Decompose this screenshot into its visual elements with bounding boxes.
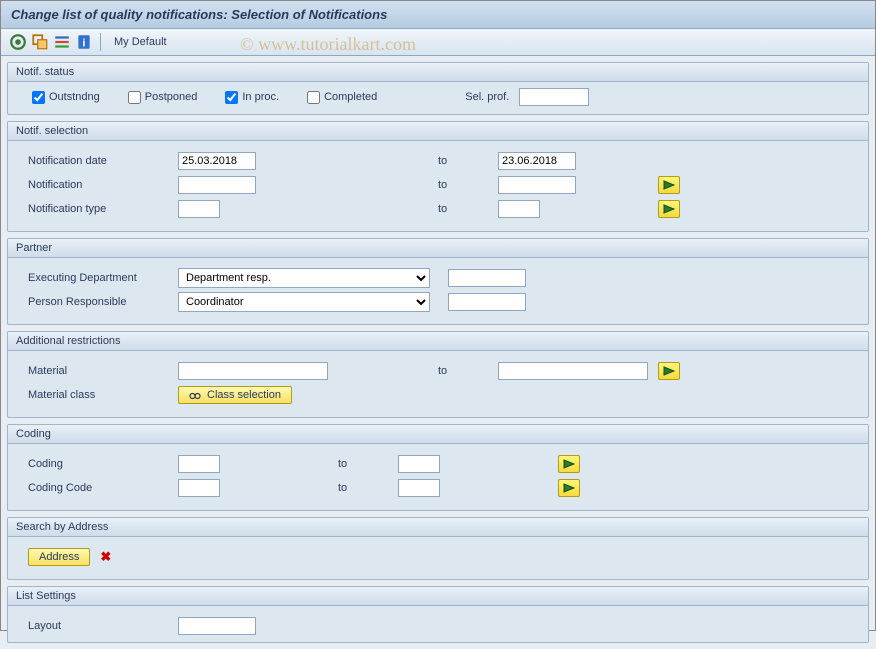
variant-icon[interactable] — [31, 33, 49, 51]
coding-multiselect-icon[interactable] — [558, 455, 580, 473]
checkbox-postponed[interactable]: Postponed — [128, 91, 198, 104]
class-selection-label: Class selection — [207, 389, 281, 401]
info-icon[interactable]: i — [75, 33, 93, 51]
notification-to-input[interactable] — [498, 176, 576, 194]
coding-code-label: Coding Code — [18, 482, 178, 494]
sel-prof-label: Sel. prof. — [465, 91, 509, 103]
notification-type-multiselect-icon[interactable] — [658, 200, 680, 218]
group-coding: Coding Coding to Coding Code to — [7, 424, 869, 511]
layout-input[interactable] — [178, 617, 256, 635]
toolbar: i My Default — [1, 29, 875, 56]
checkbox-outstanding-label: Outstndng — [49, 91, 100, 103]
group-header-list-settings: List Settings — [8, 587, 868, 606]
person-resp-input[interactable] — [448, 293, 526, 311]
group-notif-selection: Notif. selection Notification date to No… — [7, 121, 869, 232]
group-list-settings: List Settings Layout — [7, 586, 869, 643]
group-additional: Additional restrictions Material to Mate… — [7, 331, 869, 418]
coding-code-multiselect-icon[interactable] — [558, 479, 580, 497]
material-multiselect-icon[interactable] — [658, 362, 680, 380]
coding-from-input[interactable] — [178, 455, 220, 473]
binoculars-icon — [189, 389, 201, 401]
executing-dept-input[interactable] — [448, 269, 526, 287]
notification-date-to-input[interactable] — [498, 152, 576, 170]
material-from-input[interactable] — [178, 362, 328, 380]
group-header-notif-selection: Notif. selection — [8, 122, 868, 141]
notification-date-label: Notification date — [18, 155, 178, 167]
notification-type-from-input[interactable] — [178, 200, 220, 218]
material-to-input[interactable] — [498, 362, 648, 380]
checkbox-completed-label: Completed — [324, 91, 377, 103]
content: Notif. status Outstndng Postponed In pro… — [1, 56, 875, 649]
to-label-5: to — [338, 458, 347, 470]
to-label-1: to — [438, 155, 447, 167]
group-header-notif-status: Notif. status — [8, 63, 868, 82]
coding-code-from-input[interactable] — [178, 479, 220, 497]
checkbox-postponed-label: Postponed — [145, 91, 198, 103]
person-resp-select[interactable]: Coordinator — [178, 292, 430, 312]
class-selection-button[interactable]: Class selection — [178, 386, 292, 404]
layout-label: Layout — [18, 620, 178, 632]
group-header-partner: Partner — [8, 239, 868, 258]
my-default-label[interactable]: My Default — [114, 36, 167, 48]
to-label-6: to — [338, 482, 347, 494]
sel-prof-input[interactable] — [519, 88, 589, 106]
checkbox-inproc-label: In proc. — [242, 91, 279, 103]
list-icon[interactable] — [53, 33, 71, 51]
svg-text:i: i — [82, 38, 85, 50]
notification-label: Notification — [18, 179, 178, 191]
executing-dept-select[interactable]: Department resp. — [178, 268, 430, 288]
to-label-3: to — [438, 203, 447, 215]
executing-dept-label: Executing Department — [18, 272, 178, 284]
coding-code-to-input[interactable] — [398, 479, 440, 497]
address-button[interactable]: Address — [28, 548, 90, 566]
coding-to-input[interactable] — [398, 455, 440, 473]
checkbox-completed[interactable]: Completed — [307, 91, 377, 104]
to-label-4: to — [438, 365, 447, 377]
group-notif-status: Notif. status Outstndng Postponed In pro… — [7, 62, 869, 115]
notification-multiselect-icon[interactable] — [658, 176, 680, 194]
group-header-search-address: Search by Address — [8, 518, 868, 537]
group-header-additional: Additional restrictions — [8, 332, 868, 351]
notification-from-input[interactable] — [178, 176, 256, 194]
coding-label: Coding — [18, 458, 178, 470]
toolbar-separator — [100, 33, 101, 51]
page-title: Change list of quality notifications: Se… — [11, 7, 387, 22]
person-resp-label: Person Responsible — [18, 296, 178, 308]
execute-icon[interactable] — [9, 33, 27, 51]
material-class-label: Material class — [18, 389, 178, 401]
address-button-label: Address — [39, 551, 79, 563]
title-bar: Change list of quality notifications: Se… — [1, 1, 875, 29]
checkbox-inproc[interactable]: In proc. — [225, 91, 279, 104]
material-label: Material — [18, 365, 178, 377]
group-partner: Partner Executing Department Department … — [7, 238, 869, 325]
to-label-2: to — [438, 179, 447, 191]
checkbox-outstanding[interactable]: Outstndng — [32, 91, 100, 104]
notification-type-to-input[interactable] — [498, 200, 540, 218]
notification-type-label: Notification type — [18, 203, 178, 215]
delete-icon[interactable]: ✖ — [100, 549, 111, 565]
group-search-address: Search by Address Address ✖ — [7, 517, 869, 580]
group-header-coding: Coding — [8, 425, 868, 444]
notification-date-from-input[interactable] — [178, 152, 256, 170]
